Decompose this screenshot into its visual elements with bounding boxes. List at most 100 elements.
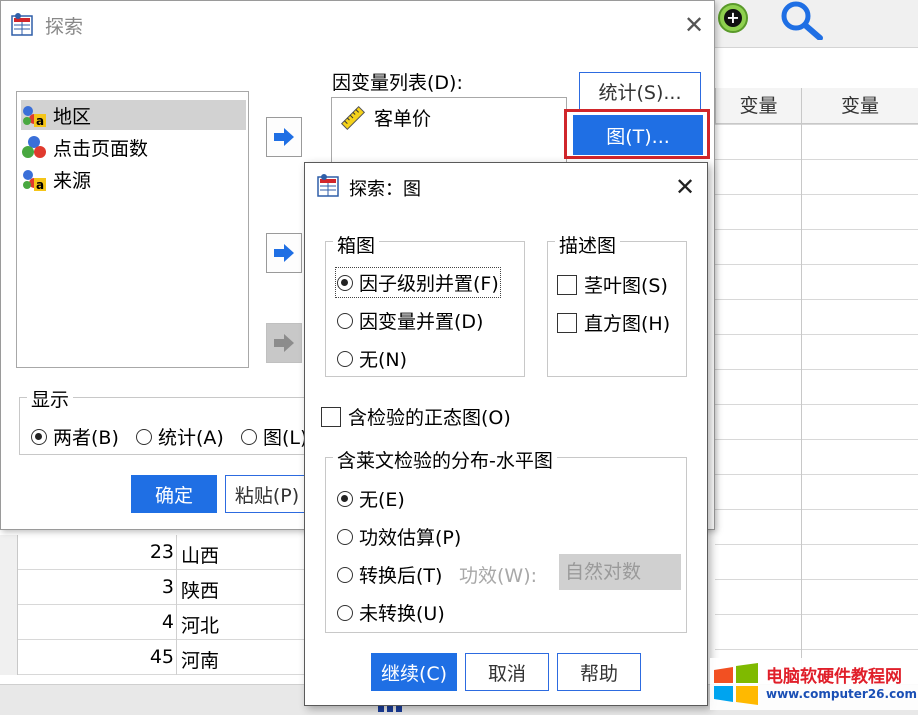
site-watermark: 电脑软硬件教程网 www.computer26.com — [710, 658, 918, 710]
table-row[interactable]: 23 山西 — [0, 535, 310, 570]
levene-untransformed-radio[interactable]: 未转换(U) — [337, 599, 445, 626]
normality-plots-checkbox[interactable]: 含检验的正态图(O) — [321, 403, 511, 430]
power-select[interactable]: 自然对数 — [559, 554, 681, 590]
cell-divider — [176, 570, 177, 605]
display-statistics-radio[interactable]: 统计(A) — [136, 423, 224, 450]
radio-label: 因子级别并置(F) — [359, 273, 499, 295]
radio-indicator — [337, 566, 353, 583]
variable-name: 地区 — [53, 105, 92, 128]
cell-region[interactable]: 山西 — [181, 541, 219, 568]
list-item[interactable]: a 来源 — [21, 164, 246, 194]
radio-indicator — [136, 428, 152, 445]
descriptive-group-label: 描述图 — [555, 231, 621, 258]
cell-region[interactable]: 陕西 — [181, 576, 219, 603]
display-plots-radio[interactable]: 图(L) — [241, 423, 307, 450]
cancel-button[interactable]: 取消 — [465, 653, 549, 691]
help-button[interactable]: 帮助 — [557, 653, 641, 691]
title-bar[interactable]: 探索 ✕ — [1, 1, 714, 49]
radio-label: 功效估算(P) — [359, 527, 462, 549]
checkbox-label: 茎叶图(S) — [584, 275, 668, 297]
source-variable-list[interactable]: a 地区 点击页面数 a 来源 — [16, 91, 249, 368]
row-number-cell[interactable] — [0, 605, 18, 640]
power-label: 功效(W): — [459, 565, 538, 587]
cell-value[interactable]: 23 — [100, 541, 174, 563]
checkbox-label: 直方图(H) — [584, 313, 671, 335]
levene-none-radio[interactable]: 无(E) — [337, 485, 405, 512]
list-item[interactable]: 客单价 — [340, 104, 431, 131]
levene-transformed-radio[interactable]: 转换后(T) — [337, 561, 442, 588]
radio-label: 无(N) — [359, 349, 408, 371]
watermark-url: www.computer26.com — [766, 687, 917, 701]
boxplot-factor-levels-radio[interactable]: 因子级别并置(F) — [335, 267, 501, 298]
radio-indicator — [31, 428, 47, 445]
boxplot-dependents-radio[interactable]: 因变量并置(D) — [337, 307, 483, 334]
radio-indicator — [337, 350, 353, 367]
svg-text:a: a — [36, 178, 44, 192]
histogram-checkbox[interactable]: 直方图(H) — [557, 309, 670, 336]
arrow-right-icon — [274, 128, 294, 146]
radio-indicator — [337, 274, 353, 291]
grid-column-header[interactable]: 变量 — [715, 88, 801, 124]
scroll-grip-icon[interactable] — [378, 706, 402, 715]
svg-text:a: a — [36, 114, 44, 128]
checkbox-label: 含检验的正态图(O) — [348, 407, 511, 429]
row-number-cell[interactable] — [0, 570, 18, 605]
table-row[interactable]: 4 河北 — [0, 605, 310, 640]
close-icon[interactable]: ✕ — [675, 175, 695, 199]
dialog-title: 探索 — [45, 16, 84, 38]
scale-variable-icon — [340, 105, 366, 130]
radio-label: 因变量并置(D) — [359, 311, 484, 333]
variable-name: 客单价 — [374, 108, 432, 130]
boxplot-none-radio[interactable]: 无(N) — [337, 345, 407, 372]
radio-label: 统计(A) — [158, 427, 224, 449]
grid-column-header[interactable]: 变量 — [801, 88, 918, 124]
highlight-frame — [564, 109, 710, 159]
search-icon[interactable] — [776, 0, 826, 40]
cell-region[interactable]: 河北 — [181, 611, 219, 638]
explore-plots-dialog: 探索：图 ✕ 箱图 因子级别并置(F) 因变量并置(D) 无(N) 描述图 茎叶… — [304, 162, 708, 706]
title-bar[interactable]: 探索：图 ✕ — [305, 163, 707, 209]
spss-explore-icon — [317, 174, 339, 197]
paste-button[interactable]: 粘贴(P) — [225, 475, 309, 513]
radio-label: 图(L) — [263, 427, 308, 449]
spread-vs-level-label: 含莱文检验的分布-水平图 — [333, 446, 557, 473]
variable-name: 点击页面数 — [53, 137, 149, 160]
cell-value[interactable]: 3 — [100, 576, 174, 598]
checkbox-box — [557, 274, 577, 295]
cell-value[interactable]: 45 — [100, 646, 174, 668]
cell-region[interactable]: 河南 — [181, 646, 219, 673]
radio-indicator — [337, 490, 353, 507]
radio-label: 无(E) — [359, 489, 405, 511]
move-to-dependent-button[interactable] — [266, 117, 302, 157]
ok-button[interactable]: 确定 — [131, 475, 217, 513]
watermark-title: 电脑软硬件教程网 — [766, 667, 902, 687]
add-variable-icon[interactable]: + — [718, 3, 748, 33]
radio-indicator — [337, 312, 353, 329]
move-to-label-button[interactable] — [266, 323, 302, 363]
cell-value[interactable]: 4 — [100, 611, 174, 633]
arrow-right-icon — [274, 244, 294, 262]
statistics-button[interactable]: 统计(S)... — [579, 72, 701, 110]
checkbox-box — [321, 406, 341, 427]
grid-header-row: 变量 变量 — [715, 88, 918, 124]
row-number-cell[interactable] — [0, 640, 18, 675]
radio-indicator — [337, 604, 353, 621]
data-grid-rows: 23 山西 3 陕西 4 河北 45 河南 — [0, 535, 310, 685]
nominal-string-variable-icon: a — [23, 170, 46, 192]
stem-and-leaf-checkbox[interactable]: 茎叶图(S) — [557, 271, 668, 298]
table-row[interactable]: 3 陕西 — [0, 570, 310, 605]
boxplot-group-label: 箱图 — [333, 231, 380, 258]
data-grid-cells[interactable] — [715, 124, 918, 680]
row-number-cell[interactable] — [0, 535, 18, 570]
close-icon[interactable]: ✕ — [684, 13, 704, 37]
display-group-label: 显示 — [27, 385, 74, 412]
table-row[interactable]: 45 河南 — [0, 640, 310, 675]
cell-divider — [176, 640, 177, 675]
list-item[interactable]: 点击页面数 — [21, 132, 246, 162]
display-both-radio[interactable]: 两者(B) — [31, 423, 119, 450]
move-to-factor-button[interactable] — [266, 233, 302, 273]
list-item[interactable]: a 地区 — [21, 100, 246, 130]
radio-indicator — [337, 528, 353, 545]
levene-power-estimation-radio[interactable]: 功效估算(P) — [337, 523, 461, 550]
continue-button[interactable]: 继续(C) — [371, 653, 457, 691]
